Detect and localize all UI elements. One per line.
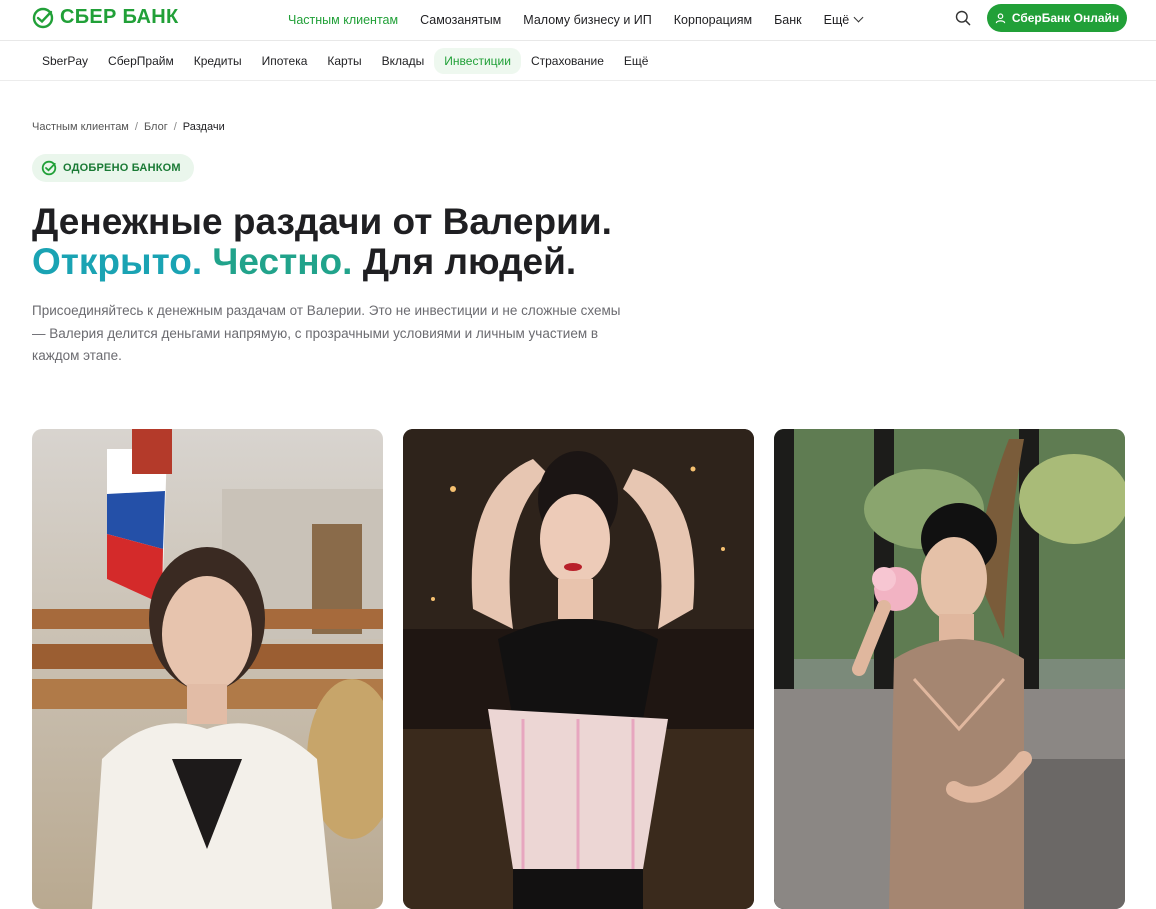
breadcrumb-current: Раздачи — [182, 121, 225, 133]
subnav-more[interactable]: Ещё — [614, 48, 659, 74]
approved-badge: ОДОБРЕНО БАНКОМ — [32, 154, 194, 182]
subnav-cards[interactable]: Карты — [317, 48, 371, 74]
nav-self-employed[interactable]: Самозанятым — [420, 13, 501, 27]
user-icon — [995, 12, 1006, 23]
page-title: Денежные раздачи от Валерии. Открыто. Че… — [32, 202, 732, 282]
title-open: Открыто. — [32, 241, 203, 282]
photo-cafe-flower — [774, 429, 1125, 909]
subnav-credits[interactable]: Кредиты — [184, 48, 252, 74]
breadcrumb-private-clients[interactable]: Частным клиентам — [32, 121, 129, 133]
subnav-sberpay[interactable]: SberPay — [32, 48, 98, 74]
sber-logo-icon — [32, 7, 54, 28]
nav-small-business[interactable]: Малому бизнесу и ИП — [523, 13, 651, 27]
subnav-sberprime[interactable]: СберПрайм — [98, 48, 184, 74]
breadcrumb: Частным клиентам / Блог / Раздачи — [32, 121, 225, 133]
breadcrumb-blog[interactable]: Блог — [144, 121, 168, 133]
nav-more[interactable]: Ещё — [823, 12, 864, 27]
photo-card-cafe-flower — [774, 429, 1125, 909]
search-icon[interactable] — [955, 10, 971, 31]
brand-name: СБЕР БАНК — [60, 6, 179, 28]
photo-cards — [32, 429, 1125, 909]
title-for-people: Для людей. — [362, 241, 577, 282]
nav-corporations[interactable]: Корпорациям — [674, 13, 752, 27]
sub-nav: SberPay СберПрайм Кредиты Ипотека Карты … — [0, 41, 1156, 81]
nav-bank[interactable]: Банк — [774, 13, 802, 27]
sberbank-online-label: СберБанк Онлайн — [1011, 11, 1120, 25]
nav-private-clients[interactable]: Частным клиентам — [288, 13, 398, 27]
nav-more-label: Ещё — [823, 13, 850, 27]
photo-card-official-hall — [32, 429, 383, 909]
chevron-down-icon — [853, 12, 864, 23]
photo-card-night-corset — [403, 429, 754, 909]
photo-official-hall — [32, 429, 383, 909]
approved-badge-label: ОДОБРЕНО БАНКОМ — [63, 162, 181, 174]
photo-night-corset — [403, 429, 754, 909]
title-line-1: Денежные раздачи от Валерии. — [32, 201, 612, 242]
subnav-investments[interactable]: Инвестиции — [434, 48, 521, 74]
sberbank-online-button[interactable]: СберБанк Онлайн — [987, 4, 1127, 32]
check-circle-icon — [41, 160, 57, 176]
logo[interactable]: СБЕР БАНК — [32, 6, 178, 29]
subnav-insurance[interactable]: Страхование — [521, 48, 614, 74]
lead-paragraph: Присоединяйтесь к денежным раздачам от В… — [32, 303, 621, 363]
title-honest: Честно. — [212, 241, 353, 282]
top-header: СБЕР БАНК Частным клиентам Самозанятым М… — [0, 0, 1156, 41]
main-nav: Частным клиентам Самозанятым Малому бизн… — [288, 0, 864, 40]
subnav-mortgage[interactable]: Ипотека — [252, 48, 318, 74]
subnav-deposits[interactable]: Вклады — [372, 48, 435, 74]
